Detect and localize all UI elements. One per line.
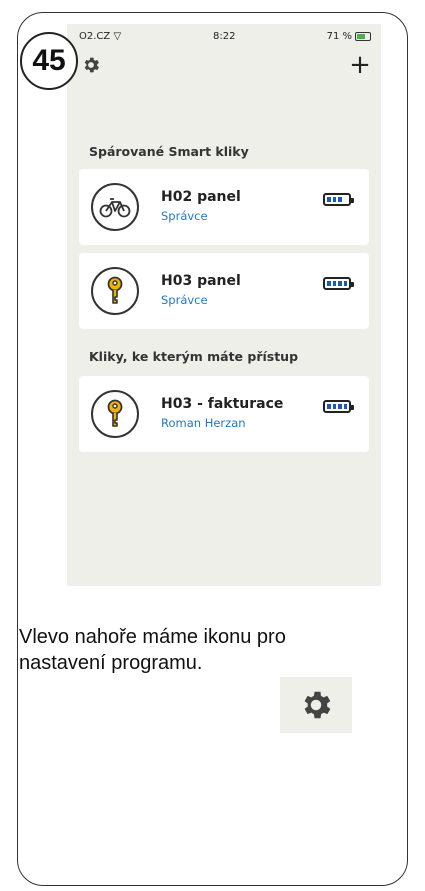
lock-name: H03 - fakturace bbox=[161, 396, 284, 412]
battery-cell bbox=[327, 197, 331, 202]
lock-name: H03 panel bbox=[161, 273, 241, 289]
battery-icon bbox=[323, 277, 354, 290]
battery-cell-empty bbox=[344, 197, 348, 202]
key-icon bbox=[107, 276, 123, 304]
battery-cell bbox=[327, 281, 331, 286]
settings-icon-preview bbox=[280, 677, 352, 733]
lock-card-h03[interactable]: H03 panel Správce bbox=[79, 253, 369, 329]
battery-cell bbox=[343, 281, 347, 286]
battery-cell bbox=[338, 281, 342, 286]
battery-percent: 71 % bbox=[326, 31, 352, 42]
wifi-icon: ▽ bbox=[113, 31, 122, 42]
lock-user: Roman Herzan bbox=[161, 416, 246, 430]
card-icon-circle bbox=[91, 390, 139, 438]
section-title-paired: Spárované Smart kliky bbox=[89, 144, 249, 159]
battery-cell bbox=[332, 197, 336, 202]
status-battery-icon bbox=[355, 32, 371, 41]
status-carrier: O2.CZ ▽ bbox=[79, 31, 121, 42]
lock-card-h03-fakturace[interactable]: H03 - fakturace Roman Herzan bbox=[79, 376, 369, 452]
lock-name: H02 panel bbox=[161, 189, 241, 205]
lock-card-h02[interactable]: H02 panel Správce bbox=[79, 169, 369, 245]
battery-icon bbox=[323, 193, 354, 206]
step-number-badge: 45 bbox=[20, 32, 78, 90]
battery-cell bbox=[332, 404, 336, 409]
add-button[interactable]: + bbox=[347, 52, 373, 78]
battery-icon bbox=[323, 400, 354, 413]
key-icon bbox=[107, 399, 123, 427]
lock-role: Správce bbox=[161, 293, 208, 307]
status-battery: 71 % bbox=[327, 31, 371, 42]
battery-cell bbox=[327, 404, 331, 409]
card-icon-circle bbox=[91, 183, 139, 231]
battery-cell bbox=[338, 197, 342, 202]
status-time: 8:22 bbox=[213, 31, 236, 42]
instruction-caption: Vlevo nahoře máme ikonu pro nastavení pr… bbox=[19, 624, 399, 676]
gear-icon bbox=[304, 691, 331, 719]
section-title-access: Kliky, ke kterým máte přístup bbox=[89, 349, 299, 364]
settings-gear-button[interactable] bbox=[81, 55, 101, 75]
battery-cell bbox=[332, 281, 336, 286]
bicycle-icon bbox=[99, 198, 131, 218]
lock-role: Správce bbox=[161, 209, 208, 223]
phone-screen: O2.CZ ▽ 8:22 71 % + Spárované Smart klik… bbox=[67, 24, 381, 586]
battery-cell bbox=[343, 404, 347, 409]
card-icon-circle bbox=[91, 267, 139, 315]
battery-cell bbox=[338, 404, 342, 409]
caption-line-1: Vlevo nahoře máme ikonu pro bbox=[19, 626, 286, 648]
carrier-label: O2.CZ bbox=[79, 31, 111, 42]
gear-icon bbox=[84, 57, 99, 73]
status-bar: O2.CZ ▽ 8:22 71 % bbox=[67, 28, 381, 48]
caption-line-2: nastavení programu. bbox=[19, 652, 203, 674]
